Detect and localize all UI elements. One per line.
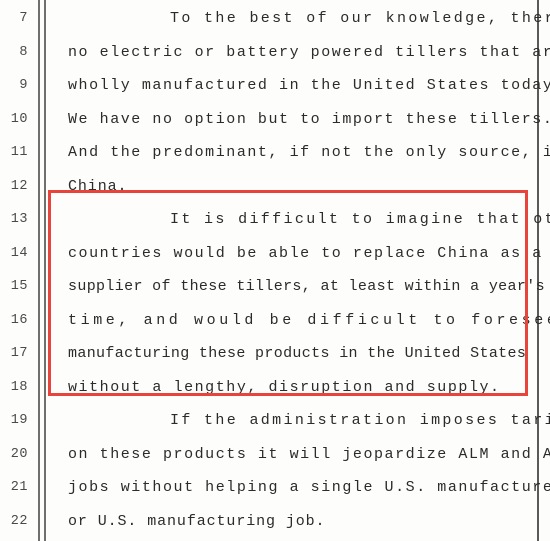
line-number: 15 [10, 279, 28, 294]
line-number: 9 [19, 78, 28, 93]
line-text: We have no option but to import these ti… [68, 110, 550, 128]
transcript-line: 12 China. [0, 170, 550, 204]
line-text: It is difficult to imagine that other [170, 211, 550, 228]
line-number: 13 [10, 212, 28, 227]
line-text: time, and would be difficult to foresee … [68, 311, 550, 329]
transcript-page: 7 To the best of our knowledge, there are… [0, 0, 550, 541]
line-number: 7 [19, 11, 28, 26]
transcript-line: 17 manufacturing these products in the Un… [0, 337, 550, 371]
line-number: 11 [10, 145, 28, 160]
line-number: 20 [10, 446, 28, 462]
line-text: jobs without helping a single U.S. manuf… [68, 479, 550, 496]
transcript-line: 9 wholly manufactured in the United State… [0, 69, 550, 103]
transcript-line: 14 countries would be able to replace Chi… [0, 237, 550, 271]
line-text: supplier of these tillers, at least with… [68, 278, 545, 295]
line-text: China. [68, 177, 128, 195]
line-text: And the predominant, if not the only sou… [68, 144, 550, 161]
line-text: or U.S. manufacturing job. [68, 512, 326, 530]
transcript-line: 22 or U.S. manufacturing job. [0, 505, 550, 539]
transcript-line: 13 It is difficult to imagine that other [0, 203, 550, 237]
line-text: on these products it will jeopardize ALM… [68, 445, 550, 463]
transcript-line: 20 on these products it will jeopardize A… [0, 438, 550, 472]
transcript-line: 16 time, and would be difficult to forese… [0, 304, 550, 338]
line-number: 16 [10, 312, 28, 328]
transcript-line: 21 jobs without helping a single U.S. man… [0, 471, 550, 505]
transcript-line: 15 supplier of these tillers, at least wi… [0, 270, 550, 304]
line-number: 18 [10, 379, 28, 395]
transcript-line: 19 If the administration imposes tariffs [0, 404, 550, 438]
line-text: no electric or battery powered tillers t… [68, 43, 550, 61]
line-text: wholly manufactured in the United States… [68, 77, 550, 94]
line-text: To the best of our knowledge, there are [170, 10, 550, 27]
transcript-line: 10 We have no option but to import these … [0, 103, 550, 137]
line-number: 17 [10, 346, 28, 361]
line-number: 12 [10, 178, 28, 194]
line-text: If the administration imposes tariffs [170, 412, 550, 429]
line-number: 14 [10, 245, 28, 261]
line-number: 8 [19, 44, 28, 60]
line-number: 10 [10, 111, 28, 127]
line-text: without a lengthy, disruption and supply… [68, 378, 501, 396]
transcript-line: 18 without a lengthy, disruption and supp… [0, 371, 550, 405]
line-number: 21 [10, 480, 28, 495]
line-number: 22 [10, 513, 28, 529]
transcript-line: 7 To the best of our knowledge, there are [0, 2, 550, 36]
line-text: countries would be able to replace China… [68, 244, 543, 262]
transcript-line: 11 And the predominant, if not the only s… [0, 136, 550, 170]
transcript-line: 8 no electric or battery powered tillers … [0, 36, 550, 70]
line-number: 19 [10, 413, 28, 428]
line-text: manufacturing these products in the Unit… [68, 345, 527, 362]
